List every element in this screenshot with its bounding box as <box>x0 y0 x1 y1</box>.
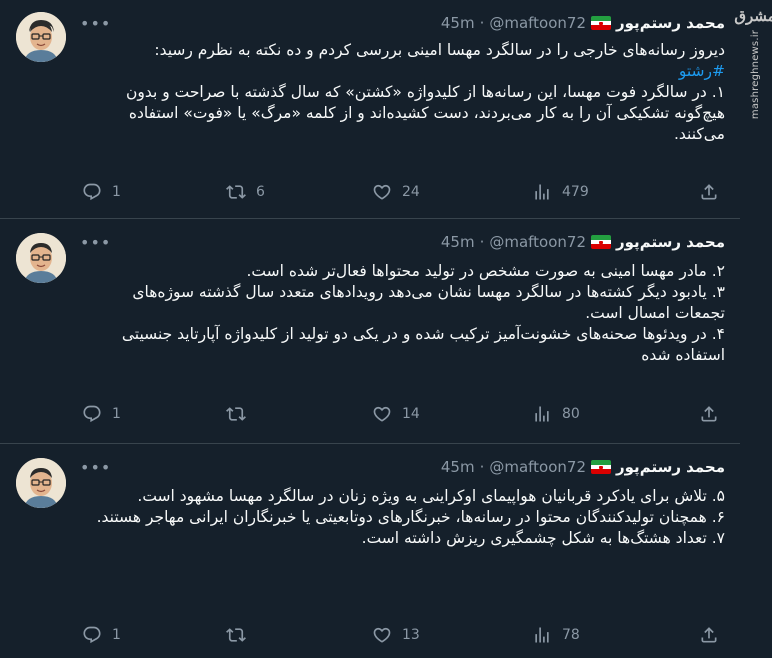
author-handle[interactable]: @maftoon72 <box>489 458 586 476</box>
tweet-header: ••• 45m · @maftoon72 محمد رستم‌پور <box>80 456 725 478</box>
tweet-meta: 45m · @maftoon72 محمد رستم‌پور <box>441 233 725 251</box>
hashtag-link[interactable]: #رشتو <box>679 62 725 80</box>
tweet-actions: 1 6 24 479 <box>80 180 725 204</box>
reply-icon <box>83 183 101 201</box>
tweet-line: ۴. در ویدئوها صحنه‌های خشونت‌آمیز ترکیب … <box>121 325 725 364</box>
tweet-meta: 45m · @maftoon72 محمد رستم‌پور <box>441 458 725 476</box>
retweet-button[interactable] <box>226 623 256 647</box>
tweet-time[interactable]: 45m <box>441 14 475 32</box>
reply-button[interactable]: 1 <box>82 402 121 426</box>
tweet-thread: ••• 45m · @maftoon72 محمد رستم‌پور دیروز… <box>0 0 740 658</box>
separator: · <box>479 233 485 251</box>
tweet[interactable]: ••• 45m · @maftoon72 محمد رستم‌پور ۲. ما… <box>0 219 740 444</box>
retweet-icon <box>226 185 246 199</box>
tweet-actions: 1 14 80 <box>80 402 725 426</box>
avatar[interactable] <box>16 458 66 508</box>
tweet-line: دیروز رسانه‌های خارجی را در سالگرد مهسا … <box>154 41 725 59</box>
avatar[interactable] <box>16 12 66 62</box>
more-icon[interactable]: ••• <box>80 456 110 478</box>
retweet-button[interactable] <box>226 402 256 426</box>
reply-icon <box>83 405 101 423</box>
retweet-icon <box>226 407 246 421</box>
iran-flag-icon <box>591 16 612 30</box>
tweet-line: ۵. تلاش برای یادکرد قربانیان هواپیمای او… <box>137 487 725 505</box>
views-count: 78 <box>562 627 580 643</box>
like-count: 14 <box>402 406 420 422</box>
views-icon <box>535 406 549 422</box>
like-button[interactable]: 14 <box>372 402 420 426</box>
tweet-header: ••• 45m · @maftoon72 محمد رستم‌پور <box>80 12 725 34</box>
tweet[interactable]: ••• 45m · @maftoon72 محمد رستم‌پور ۵. تل… <box>0 444 740 658</box>
tweet-line: ۳. یادبود دیگر کشته‌ها در سالگرد مهسا نش… <box>132 283 725 322</box>
tweet[interactable]: ••• 45m · @maftoon72 محمد رستم‌پور دیروز… <box>0 0 740 219</box>
heart-icon <box>373 184 391 200</box>
retweet-icon <box>226 628 246 642</box>
tweet-text: دیروز رسانه‌های خارجی را در سالگرد مهسا … <box>80 40 725 145</box>
share-button[interactable] <box>699 623 719 647</box>
tweet-line: ۶. همچنان تولیدکنندگان محتوا در رسانه‌ها… <box>96 508 725 526</box>
author-handle[interactable]: @maftoon72 <box>489 233 586 251</box>
views-count: 80 <box>562 406 580 422</box>
more-icon[interactable]: ••• <box>80 12 110 34</box>
author-name[interactable]: محمد رستم‌پور <box>616 458 725 476</box>
tweet-meta: 45m · @maftoon72 محمد رستم‌پور <box>441 14 725 32</box>
mashregh-watermark: مشرق mashreghnews.ir <box>734 8 772 128</box>
tweet-line: ۷. تعداد هشتگ‌ها به شکل چشمگیری ریزش داش… <box>361 529 725 547</box>
more-icon[interactable]: ••• <box>80 231 110 253</box>
heart-icon <box>373 627 391 643</box>
views-button[interactable]: 80 <box>532 402 580 426</box>
views-icon <box>535 627 549 643</box>
reply-count: 1 <box>112 627 121 643</box>
watermark-site: mashreghnews.ir <box>749 30 761 120</box>
views-button[interactable]: 479 <box>532 180 589 204</box>
like-button[interactable]: 24 <box>372 180 420 204</box>
share-button[interactable] <box>699 402 719 426</box>
reply-count: 1 <box>112 406 121 422</box>
views-button[interactable]: 78 <box>532 623 580 647</box>
watermark-logo: مشرق <box>734 7 772 25</box>
share-icon <box>701 406 717 422</box>
retweet-count: 6 <box>256 184 265 200</box>
tweet-time[interactable]: 45m <box>441 233 475 251</box>
heart-icon <box>373 406 391 422</box>
iran-flag-icon <box>591 235 612 249</box>
tweet-line: ۲. مادر مهسا امینی به صورت مشخص در تولید… <box>246 262 725 280</box>
iran-flag-icon <box>591 460 612 474</box>
tweet-header: ••• 45m · @maftoon72 محمد رستم‌پور <box>80 231 725 253</box>
like-button[interactable]: 13 <box>372 623 420 647</box>
reply-button[interactable]: 1 <box>82 623 121 647</box>
tweet-actions: 1 13 78 <box>80 623 725 647</box>
share-icon <box>701 627 717 643</box>
reply-count: 1 <box>112 184 121 200</box>
separator: · <box>479 458 485 476</box>
author-handle[interactable]: @maftoon72 <box>489 14 586 32</box>
views-count: 479 <box>562 184 589 200</box>
tweet-text: ۵. تلاش برای یادکرد قربانیان هواپیمای او… <box>80 486 725 549</box>
like-count: 24 <box>402 184 420 200</box>
share-icon <box>701 184 717 200</box>
tweet-text: ۲. مادر مهسا امینی به صورت مشخص در تولید… <box>80 261 725 366</box>
retweet-button[interactable]: 6 <box>226 180 265 204</box>
views-icon <box>535 184 549 200</box>
avatar[interactable] <box>16 233 66 283</box>
tweet-time[interactable]: 45m <box>441 458 475 476</box>
tweet-line: ۱. در سالگرد فوت مهسا، این رسانه‌ها از ک… <box>125 83 725 143</box>
reply-icon <box>83 626 101 644</box>
like-count: 13 <box>402 627 420 643</box>
author-name[interactable]: محمد رستم‌پور <box>616 14 725 32</box>
author-name[interactable]: محمد رستم‌پور <box>616 233 725 251</box>
reply-button[interactable]: 1 <box>82 180 121 204</box>
separator: · <box>479 14 485 32</box>
share-button[interactable] <box>699 180 719 204</box>
